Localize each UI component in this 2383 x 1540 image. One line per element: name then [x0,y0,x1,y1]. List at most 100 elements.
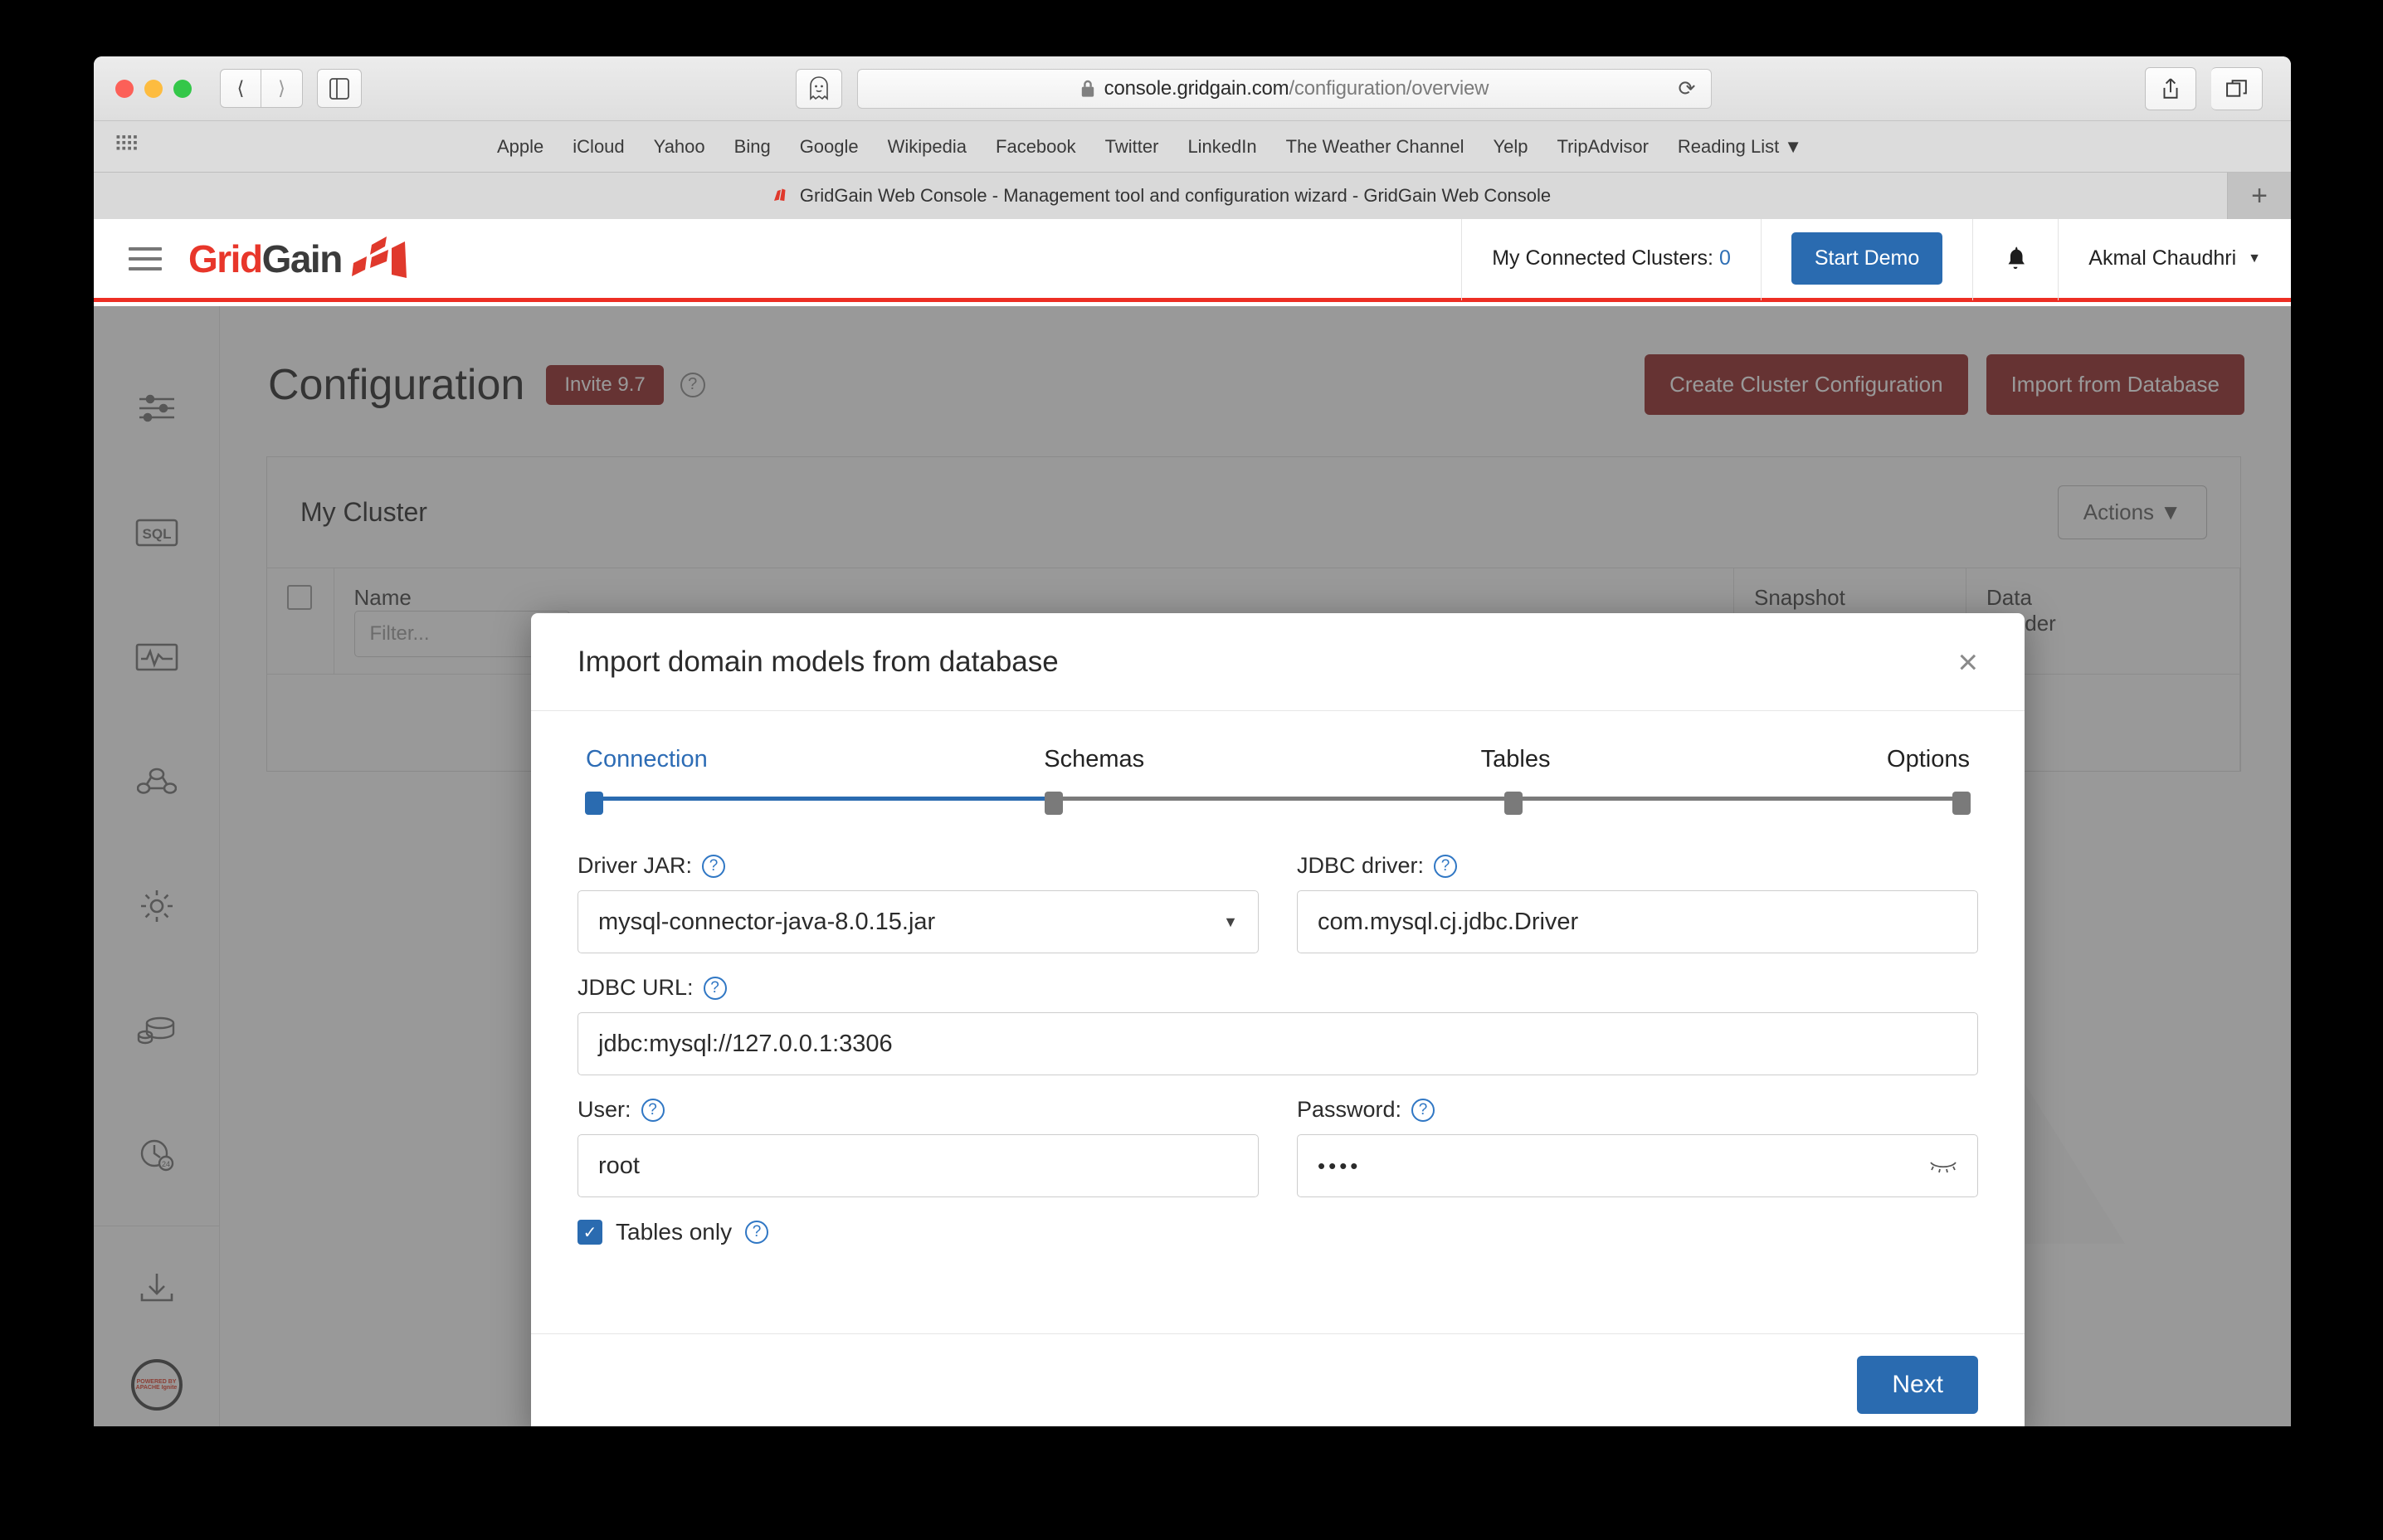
bookmark-linkedin[interactable]: LinkedIn [1187,136,1256,158]
progress-fill [594,797,1055,801]
wizard-stepper: Connection Schemas Tables Options [585,746,1971,815]
help-circle-icon[interactable]: ? [703,976,727,1000]
notifications-cell[interactable] [1972,219,2058,300]
next-button[interactable]: Next [1857,1355,1978,1414]
sidebar-toggle-icon[interactable] [317,69,362,108]
chevron-down-icon: ▼ [2248,251,2261,266]
back-icon[interactable]: ⟨ [220,69,261,108]
jdbc-url-label-row: JDBC URL: ? [577,975,1978,1001]
password-label-row: Password: ? [1297,1097,1978,1123]
user-input[interactable]: root [577,1134,1259,1197]
jdbc-driver-label: JDBC driver: [1297,853,1425,878]
driver-jar-field-group: Driver JAR: ? mysql-connector-java-8.0.1… [577,853,1259,953]
jdbc-url-value: jdbc:mysql://127.0.0.1:3306 [598,1030,893,1057]
step-knob-options[interactable] [1952,792,1971,815]
tables-only-label: Tables only [616,1219,733,1245]
step-knob-tables[interactable] [1503,792,1523,815]
bookmark-facebook[interactable]: Facebook [996,136,1076,158]
bookmark-apple[interactable]: Apple [497,136,543,158]
step-label-tables[interactable]: Tables [1481,746,1551,773]
step-label-options[interactable]: Options [1887,746,1970,773]
ghostery-icon[interactable] [795,68,842,109]
step-knob-connection[interactable] [585,792,603,815]
notification-bell-icon[interactable] [2003,245,2028,273]
bookmark-yelp[interactable]: Yelp [1493,136,1528,158]
wizard-step-labels: Connection Schemas Tables Options [586,746,1970,773]
gridgain-mark-icon [351,236,407,278]
modal-footer: Next [531,1333,2025,1426]
help-circle-icon[interactable]: ? [1411,1098,1435,1122]
help-circle-icon[interactable]: ? [641,1098,665,1122]
jdbc-url-field-group: JDBC URL: ? jdbc:mysql://127.0.0.1:3306 [577,975,1978,1075]
help-circle-icon[interactable]: ? [1434,854,1458,878]
password-field-group: Password: ? •••• [1297,1097,1978,1197]
password-value: •••• [1318,1153,1362,1178]
reload-icon[interactable]: ⟳ [1679,76,1696,101]
hamburger-menu-icon[interactable] [129,246,162,270]
bookmark-weather-channel[interactable]: The Weather Channel [1286,136,1464,158]
app-viewport: GridGain My Connected Clusters: 0 Start … [94,219,2291,1426]
connected-clusters-count: 0 [1718,246,1731,270]
password-input[interactable]: •••• [1297,1134,1978,1197]
eye-hidden-icon[interactable] [1929,1153,1957,1179]
connected-clusters-label: My Connected Clusters: [1492,246,1713,270]
bookmark-icloud[interactable]: iCloud [573,136,624,158]
user-menu[interactable]: Akmal Chaudhri ▼ [2058,219,2291,300]
gridgain-favicon [773,188,786,202]
chevron-down-icon: ▼ [1784,135,1803,157]
user-label-row: User: ? [577,1097,1259,1123]
forward-icon[interactable]: ⟩ [261,69,303,108]
bookmark-bing[interactable]: Bing [734,136,771,158]
help-circle-icon[interactable]: ? [745,1221,769,1244]
header-right-group: My Connected Clusters: 0 Start Demo Akma… [1461,219,2291,300]
brand-text-grid: Grid [188,236,263,280]
jdbc-url-input[interactable]: jdbc:mysql://127.0.0.1:3306 [577,1012,1978,1075]
user-value: root [598,1152,640,1179]
share-icon[interactable] [2145,66,2196,110]
tab-gridgain-console[interactable]: GridGain Web Console - Management tool a… [94,173,2228,219]
jdbc-url-label: JDBC URL: [577,975,694,1000]
bookmarks-bar: Apple iCloud Yahoo Bing Google Wikipedia… [94,121,2291,173]
modal-header: Import domain models from database × [531,613,2025,711]
bookmark-wikipedia[interactable]: Wikipedia [888,136,967,158]
close-x-icon[interactable]: × [1957,644,1978,680]
tables-only-checkbox[interactable]: ✓ [577,1220,602,1245]
bookmark-twitter[interactable]: Twitter [1105,136,1159,158]
row-credentials: User: ? root Password: ? •••• [577,1097,1978,1197]
new-tab-button[interactable]: + [2228,173,2291,219]
close-window-button[interactable] [115,79,134,98]
window-controls[interactable] [115,79,192,98]
brand-text-gain: Gain [261,236,344,280]
gridgain-logo: GridGain [188,235,408,283]
import-domain-models-modal: Import domain models from database × Con… [531,613,2025,1426]
bookmark-links: Apple iCloud Yahoo Bing Google Wikipedia… [497,136,1802,158]
tables-only-row[interactable]: ✓ Tables only ? [577,1219,1978,1245]
bookmark-google[interactable]: Google [800,136,859,158]
jdbc-driver-input[interactable]: com.mysql.cj.jdbc.Driver [1297,890,1978,953]
driver-jar-select[interactable]: mysql-connector-java-8.0.15.jar ▼ [577,890,1259,953]
step-knob-schemas[interactable] [1044,792,1063,815]
wizard-progress-track [585,792,1971,815]
step-label-connection[interactable]: Connection [586,746,708,773]
password-label: Password: [1297,1097,1402,1122]
maximize-window-button[interactable] [173,79,192,98]
step-label-schemas[interactable]: Schemas [1044,746,1144,773]
browser-toolbar: ⟨ ⟩ console.gridgain.com/configuration/o… [94,56,2291,121]
help-circle-icon[interactable]: ? [702,854,726,878]
start-demo-button[interactable]: Start Demo [1791,232,1943,285]
address-bar-text: console.gridgain.com/configuration/overv… [1104,76,1489,100]
show-all-tabs-icon[interactable] [2211,66,2263,110]
bookmark-reading-list[interactable]: Reading List ▼ [1678,136,1802,158]
bookmarks-grid-icon[interactable] [115,133,140,160]
browser-window: ⟨ ⟩ console.gridgain.com/configuration/o… [94,56,2291,1426]
tab-title: GridGain Web Console - Management tool a… [799,185,1552,206]
jdbc-driver-label-row: JDBC driver: ? [1297,853,1978,879]
bookmark-tripadvisor[interactable]: TripAdvisor [1557,136,1648,158]
connected-clusters: My Connected Clusters: 0 [1461,219,1761,300]
user-label: User: [577,1097,631,1122]
address-bar[interactable]: console.gridgain.com/configuration/overv… [856,68,1712,109]
modal-body: Connection Schemas Tables Options Driver… [531,711,2025,1333]
navigation-buttons[interactable]: ⟨ ⟩ [220,69,303,108]
minimize-window-button[interactable] [144,79,163,98]
bookmark-yahoo[interactable]: Yahoo [654,136,705,158]
